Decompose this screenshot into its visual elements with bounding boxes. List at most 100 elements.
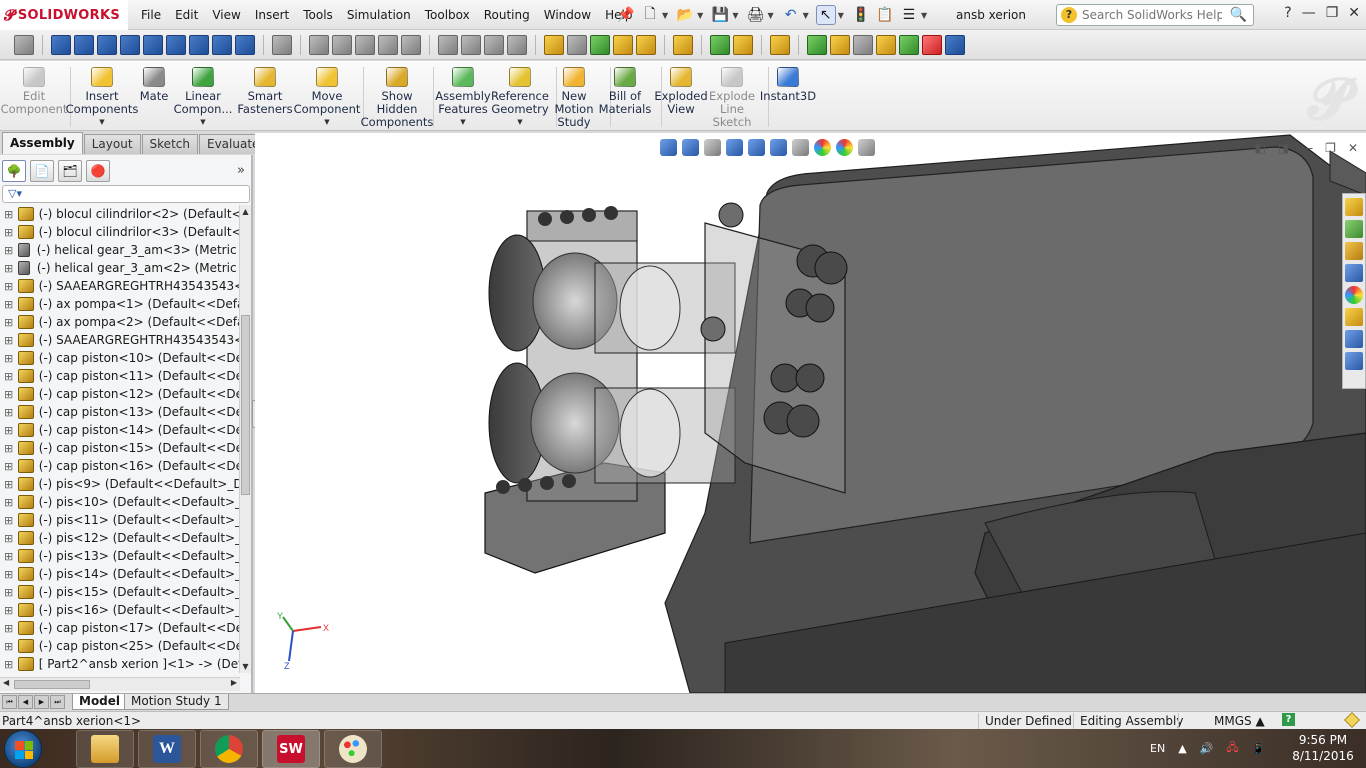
mate-icon[interactable] bbox=[567, 34, 587, 55]
tree-item[interactable]: ⊞ (-) pis<10> (Default<<Default>_Disp bbox=[0, 493, 240, 511]
expand-panel-icon[interactable]: » bbox=[237, 163, 245, 178]
explode-icon[interactable] bbox=[830, 34, 850, 55]
scroll-left-icon[interactable]: ◀ bbox=[3, 678, 9, 687]
tile-left-icon[interactable]: ◧ bbox=[1254, 141, 1265, 155]
expand-node-icon[interactable]: ⊞ bbox=[4, 658, 14, 671]
scroll-down-icon[interactable]: ▼ bbox=[240, 662, 251, 671]
tree-item[interactable]: ⊞ (-) SAAEARGREGHTRH43543543<1> ( bbox=[0, 277, 240, 295]
doc-close-icon[interactable]: ✕ bbox=[1348, 141, 1358, 155]
bom-icon[interactable] bbox=[807, 34, 827, 55]
scroll-thumb[interactable] bbox=[241, 315, 250, 495]
view-back-icon[interactable] bbox=[74, 34, 94, 55]
propertymanager-tab-icon[interactable]: 📄 bbox=[30, 160, 54, 182]
hide-show-items-icon[interactable] bbox=[792, 139, 809, 156]
assembly-feature-icon[interactable] bbox=[710, 34, 730, 55]
custom-properties-icon[interactable] bbox=[1345, 308, 1363, 326]
volume-icon[interactable]: 🔊 bbox=[1200, 742, 1214, 755]
tree-item[interactable]: ⊞ (-) cap piston<10> (Default<<Defaul bbox=[0, 349, 240, 367]
sketch-spline-icon[interactable] bbox=[378, 34, 398, 55]
save-icon[interactable]: 💾 bbox=[710, 5, 730, 25]
action-center-icon[interactable]: 📱 bbox=[1252, 742, 1266, 755]
tree-item[interactable]: ⊞ (-) helical gear_3_am<3> (Metric - RH bbox=[0, 241, 240, 259]
tree-item[interactable]: ⊞ (-) pis<9> (Default<<Default>_Displa bbox=[0, 475, 240, 493]
view-front-icon[interactable] bbox=[51, 34, 71, 55]
expand-node-icon[interactable]: ⊞ bbox=[4, 388, 14, 401]
taskbar-file-explorer[interactable] bbox=[76, 730, 134, 768]
mass-properties-icon[interactable] bbox=[899, 34, 919, 55]
display-style-icon[interactable] bbox=[770, 139, 787, 156]
view-left-icon[interactable] bbox=[97, 34, 117, 55]
tree-item[interactable]: ⊞ (-) blocul cilindrilor<3> (Default<<De bbox=[0, 223, 240, 241]
tab-model[interactable]: Model bbox=[72, 694, 128, 710]
tree-item[interactable]: ⊞ (-) cap piston<14> (Default<<Defaul bbox=[0, 421, 240, 439]
view-top-icon[interactable] bbox=[143, 34, 163, 55]
apply-scene-icon[interactable] bbox=[836, 139, 853, 156]
expand-node-icon[interactable]: ⊞ bbox=[4, 424, 14, 437]
tab-motion-study-1[interactable]: Motion Study 1 bbox=[124, 694, 229, 710]
view-settings-icon[interactable] bbox=[858, 139, 875, 156]
tree-item[interactable]: ⊞ (-) pis<16> (Default<<Default>_Disp bbox=[0, 601, 240, 619]
interference-icon[interactable] bbox=[876, 34, 896, 55]
sweep-icon[interactable] bbox=[484, 34, 504, 55]
normal-to-icon[interactable] bbox=[14, 34, 34, 55]
next-tab-icon[interactable]: ▶ bbox=[34, 695, 49, 709]
tab-sketch[interactable]: Sketch bbox=[141, 134, 198, 154]
expand-node-icon[interactable]: ⊞ bbox=[4, 352, 14, 365]
dropdown-arrow-icon[interactable]: ▼ bbox=[324, 116, 329, 129]
network-icon[interactable]: 🖧 bbox=[1226, 739, 1238, 758]
display-manager-tab-icon[interactable]: 🔴 bbox=[86, 160, 110, 182]
zoom-to-fit-icon[interactable] bbox=[660, 139, 677, 156]
undo-icon[interactable]: ↶ bbox=[781, 5, 801, 25]
revolve-icon[interactable] bbox=[461, 34, 481, 55]
tree-filter[interactable]: ▽▾ bbox=[2, 185, 250, 203]
view-palette-icon[interactable] bbox=[1345, 264, 1363, 282]
smart-dimension-icon[interactable] bbox=[401, 34, 421, 55]
explode-line-icon[interactable] bbox=[853, 34, 873, 55]
expand-node-icon[interactable]: ⊞ bbox=[4, 442, 14, 455]
view-bottom-icon[interactable] bbox=[166, 34, 186, 55]
taskbar-solidworks[interactable]: SW bbox=[262, 730, 320, 768]
doc-restore-icon[interactable]: ❐ bbox=[1325, 141, 1336, 155]
search-input[interactable] bbox=[1082, 8, 1222, 22]
file-properties-icon[interactable]: 📋 bbox=[875, 5, 895, 25]
forum-icon[interactable] bbox=[1345, 352, 1363, 370]
tree-item[interactable]: ⊞ (-) pis<11> (Default<<Default>_Disp bbox=[0, 511, 240, 529]
sketch-circle-icon[interactable] bbox=[332, 34, 352, 55]
menu-insert[interactable]: Insert bbox=[248, 0, 296, 30]
search-icon[interactable]: 🔍 bbox=[1230, 7, 1247, 23]
extrude-icon[interactable] bbox=[438, 34, 458, 55]
taskbar-paint[interactable] bbox=[324, 730, 382, 768]
featuremanager-tab-icon[interactable]: 🌳 bbox=[2, 160, 26, 182]
taskbar-chrome[interactable] bbox=[200, 730, 258, 768]
tree-item[interactable]: ⊞ (-) pis<14> (Default<<Default>_Disp bbox=[0, 565, 240, 583]
doc-minimize-icon[interactable]: — bbox=[1301, 141, 1313, 155]
dropdown-arrow-icon[interactable]: ▼ bbox=[99, 116, 104, 129]
trimetric-icon[interactable] bbox=[212, 34, 232, 55]
expand-node-icon[interactable]: ⊞ bbox=[4, 622, 14, 635]
expand-node-icon[interactable]: ⊞ bbox=[4, 460, 14, 473]
view-right-icon[interactable] bbox=[120, 34, 140, 55]
new-document-icon[interactable]: 🗋 bbox=[640, 5, 660, 25]
tree-item[interactable]: ⊞ (-) cap piston<17> (Default<<Defaul bbox=[0, 619, 240, 637]
expand-node-icon[interactable]: ⊞ bbox=[4, 316, 14, 329]
move-component-icon[interactable] bbox=[636, 34, 656, 55]
expand-node-icon[interactable]: ⊞ bbox=[4, 568, 14, 581]
appearances-scenes-icon[interactable] bbox=[1345, 286, 1363, 304]
tree-item[interactable]: ⊞ (-) cap piston<13> (Default<<Defaul bbox=[0, 403, 240, 421]
options-icon[interactable]: ☰ bbox=[899, 5, 919, 25]
close-icon[interactable]: ✕ bbox=[1348, 5, 1360, 21]
expand-node-icon[interactable]: ⊞ bbox=[4, 532, 14, 545]
show-hidden-components-button[interactable]: Show Hidden Components bbox=[361, 67, 433, 129]
expand-node-icon[interactable]: ⊞ bbox=[4, 208, 14, 221]
menu-edit[interactable]: Edit bbox=[168, 0, 205, 30]
select-arrow-icon[interactable]: ↖ bbox=[815, 5, 836, 25]
file-explorer-icon[interactable] bbox=[1345, 242, 1363, 260]
hscroll-thumb[interactable] bbox=[14, 680, 90, 689]
sketch-arc-icon[interactable] bbox=[355, 34, 375, 55]
tree-item[interactable]: ⊞ (-) pis<12> (Default<<Default>_Disp bbox=[0, 529, 240, 547]
configurationmanager-tab-icon[interactable]: 🗂 bbox=[58, 160, 82, 182]
help-search-box[interactable]: ? 🔍 bbox=[1056, 4, 1254, 26]
expand-node-icon[interactable]: ⊞ bbox=[4, 334, 14, 347]
expand-node-icon[interactable]: ⊞ bbox=[4, 640, 14, 653]
start-button[interactable] bbox=[4, 730, 42, 768]
